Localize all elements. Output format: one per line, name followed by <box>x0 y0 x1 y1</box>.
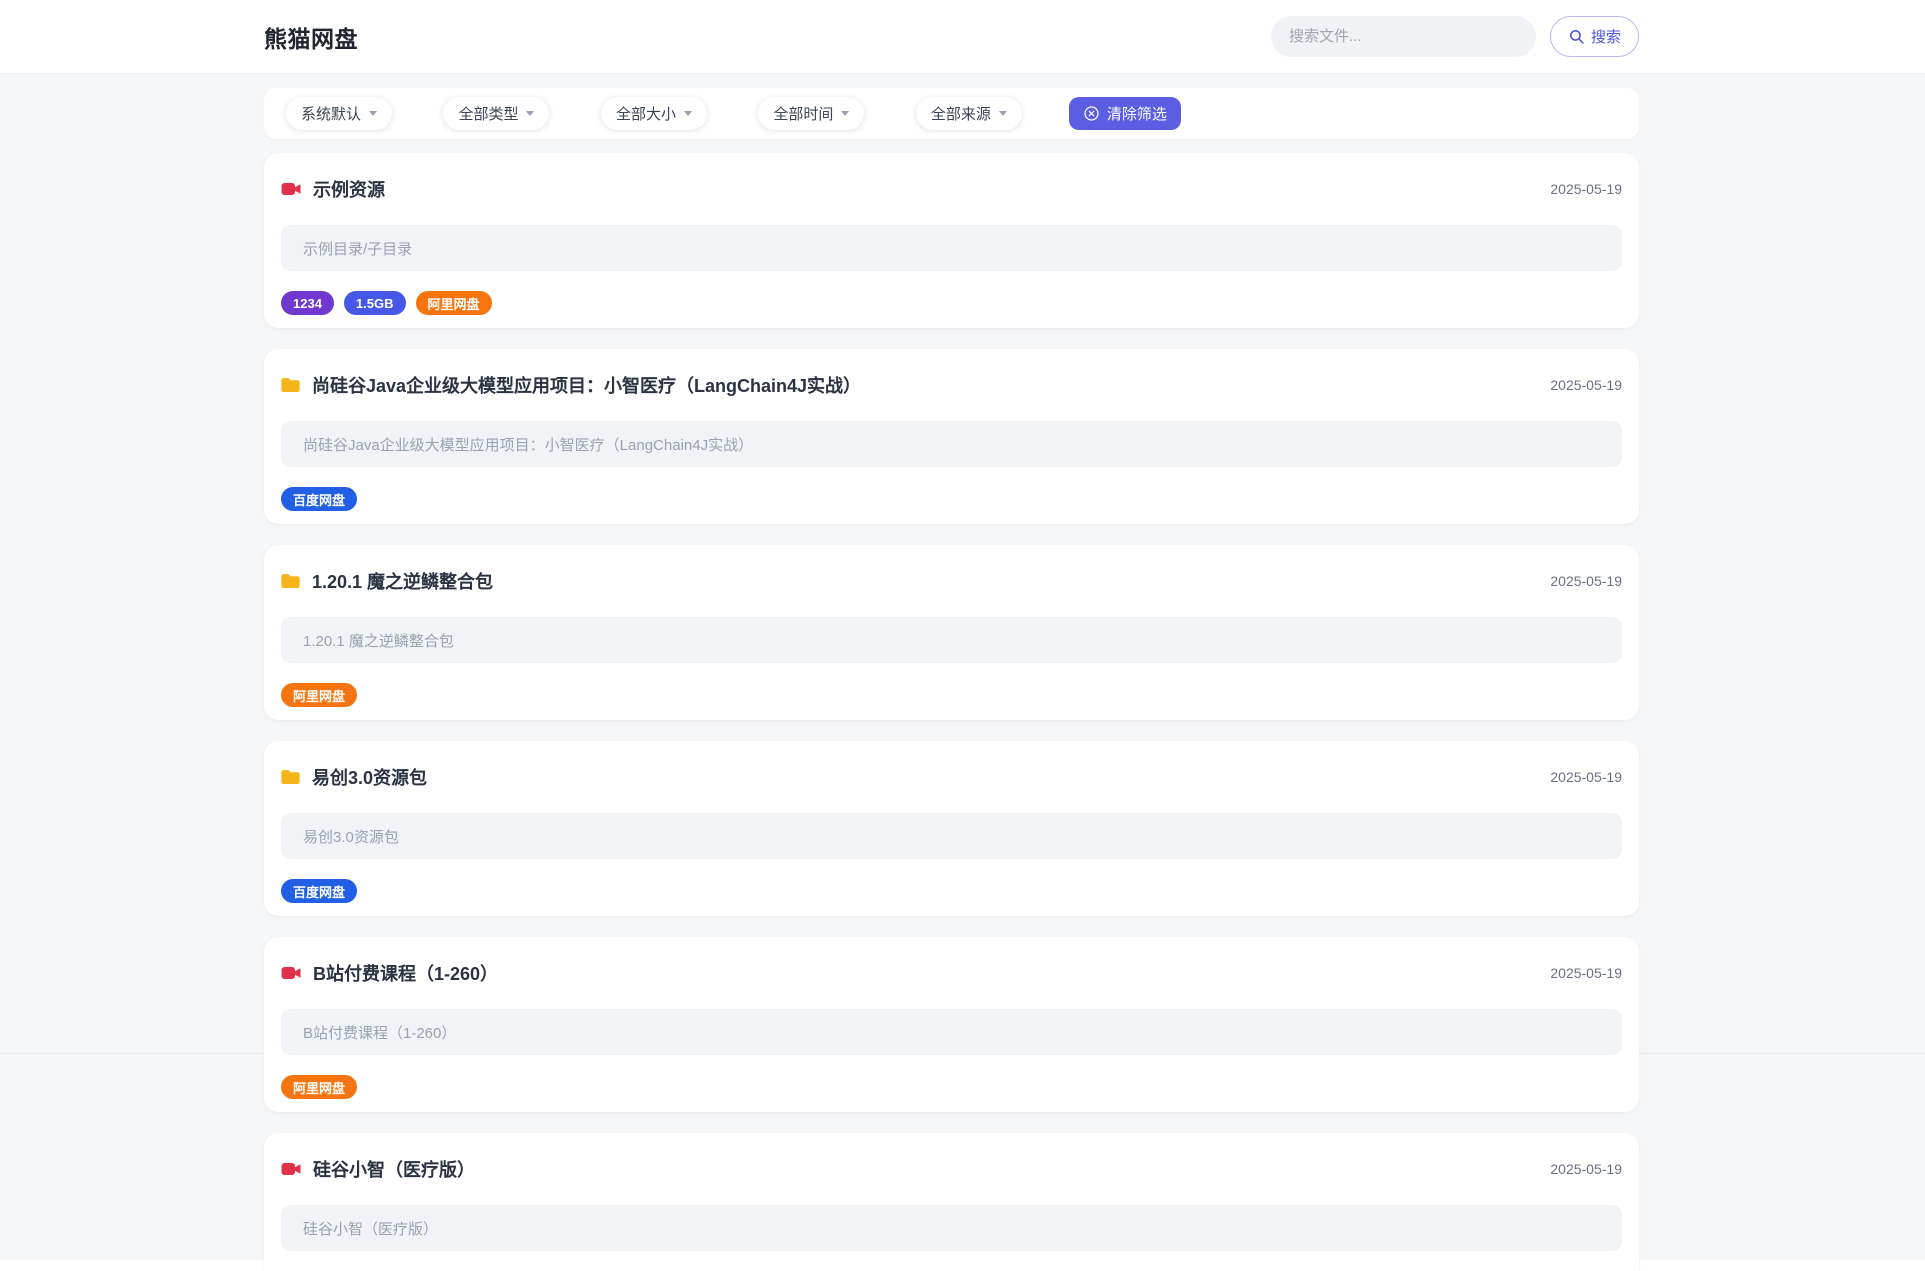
result-title: 硅谷小智（医疗版） <box>313 1160 475 1180</box>
clear-filters-button[interactable]: 清除筛选 <box>1068 97 1181 130</box>
video-icon <box>281 965 301 981</box>
search-button[interactable]: 搜索 <box>1549 16 1639 57</box>
result-date: 2025-05-19 <box>1550 769 1622 785</box>
video-icon <box>281 1161 301 1177</box>
filter-dropdown-label: 系统默认 <box>301 106 362 123</box>
result-tags: 百度网盘 <box>281 879 1622 903</box>
result-title: 示例资源 <box>313 180 385 200</box>
folder-icon <box>281 573 300 589</box>
site-logo: 熊猫网盘 <box>264 25 358 52</box>
result-title: 1.20.1 魔之逆鳞整合包 <box>312 572 494 592</box>
chevron-down-icon <box>526 111 535 116</box>
filter-dropdown-1[interactable]: 全部类型 <box>443 97 550 130</box>
result-tags: 百度网盘 <box>281 487 1622 511</box>
result-card-4[interactable]: B站付费课程（1-260） 2025-05-19 B站付费课程（1-260） 阿… <box>264 937 1639 1112</box>
source-tag: 百度网盘 <box>281 487 358 511</box>
chevron-down-icon <box>841 111 850 116</box>
result-title: B站付费课程（1-260） <box>313 964 499 984</box>
header: 熊猫网盘 搜索 <box>0 0 1925 74</box>
source-tag: 百度网盘 <box>281 879 358 903</box>
search-button-label: 搜索 <box>1590 29 1621 46</box>
result-title: 尚硅谷Java企业级大模型应用项目：小智医疗（LangChain4J实战） <box>312 376 862 396</box>
filter-dropdown-label: 全部大小 <box>615 106 676 123</box>
folder-icon <box>281 377 300 393</box>
result-path: 示例目录/子目录 <box>281 225 1622 271</box>
result-path: 硅谷小智（医疗版） <box>281 1205 1622 1251</box>
search-icon <box>1568 28 1585 45</box>
chevron-down-icon <box>683 111 692 116</box>
result-card-2[interactable]: 1.20.1 魔之逆鳞整合包 2025-05-19 1.20.1 魔之逆鳞整合包… <box>264 545 1639 720</box>
result-title: 易创3.0资源包 <box>312 768 428 788</box>
result-date: 2025-05-19 <box>1550 181 1622 197</box>
video-icon <box>281 181 301 197</box>
source-tag: 1234 <box>281 291 334 315</box>
result-card-1[interactable]: 尚硅谷Java企业级大模型应用项目：小智医疗（LangChain4J实战） 20… <box>264 349 1639 524</box>
results-list: 示例资源 2025-05-19 示例目录/子目录 1234 1.5GB 阿里网盘 尚… <box>264 153 1639 1271</box>
filter-dropdown-3[interactable]: 全部时间 <box>758 97 865 130</box>
chevron-down-icon <box>369 111 378 116</box>
filter-dropdown-label: 全部时间 <box>773 106 834 123</box>
filter-dropdown-label: 全部来源 <box>930 106 991 123</box>
circle-x-icon <box>1083 105 1100 122</box>
result-date: 2025-05-19 <box>1550 965 1622 981</box>
result-path: 易创3.0资源包 <box>281 813 1622 859</box>
result-card-5[interactable]: 硅谷小智（医疗版） 2025-05-19 硅谷小智（医疗版） 迅雷网盘 <box>264 1133 1639 1271</box>
result-path: 1.20.1 魔之逆鳞整合包 <box>281 617 1622 663</box>
filter-dropdown-2[interactable]: 全部大小 <box>600 97 707 130</box>
result-path: B站付费课程（1-260） <box>281 1009 1622 1055</box>
source-tag: 1.5GB <box>343 291 406 315</box>
chevron-down-icon <box>998 111 1007 116</box>
source-tag: 阿里网盘 <box>281 1075 358 1099</box>
clear-filters-label: 清除筛选 <box>1106 106 1167 123</box>
folder-icon <box>281 769 300 785</box>
result-tags: 阿里网盘 <box>281 1075 1622 1099</box>
result-tags: 1234 1.5GB 阿里网盘 <box>281 291 1622 315</box>
source-tag: 阿里网盘 <box>415 291 492 315</box>
result-date: 2025-05-19 <box>1550 1161 1622 1177</box>
filter-dropdown-0[interactable]: 系统默认 <box>286 97 393 130</box>
result-card-3[interactable]: 易创3.0资源包 2025-05-19 易创3.0资源包 百度网盘 <box>264 741 1639 916</box>
result-card-0[interactable]: 示例资源 2025-05-19 示例目录/子目录 1234 1.5GB 阿里网盘 <box>264 153 1639 328</box>
result-date: 2025-05-19 <box>1550 573 1622 589</box>
result-path: 尚硅谷Java企业级大模型应用项目：小智医疗（LangChain4J实战） <box>281 421 1622 467</box>
filter-dropdown-4[interactable]: 全部来源 <box>915 97 1022 130</box>
result-tags: 阿里网盘 <box>281 683 1622 707</box>
filter-dropdown-label: 全部类型 <box>458 106 519 123</box>
result-date: 2025-05-19 <box>1550 377 1622 393</box>
filter-bar: 系统默认 全部类型 全部大小 全部时间 全部来源 清除筛选 <box>264 88 1639 139</box>
source-tag: 阿里网盘 <box>281 683 358 707</box>
search-input[interactable] <box>1270 16 1536 57</box>
